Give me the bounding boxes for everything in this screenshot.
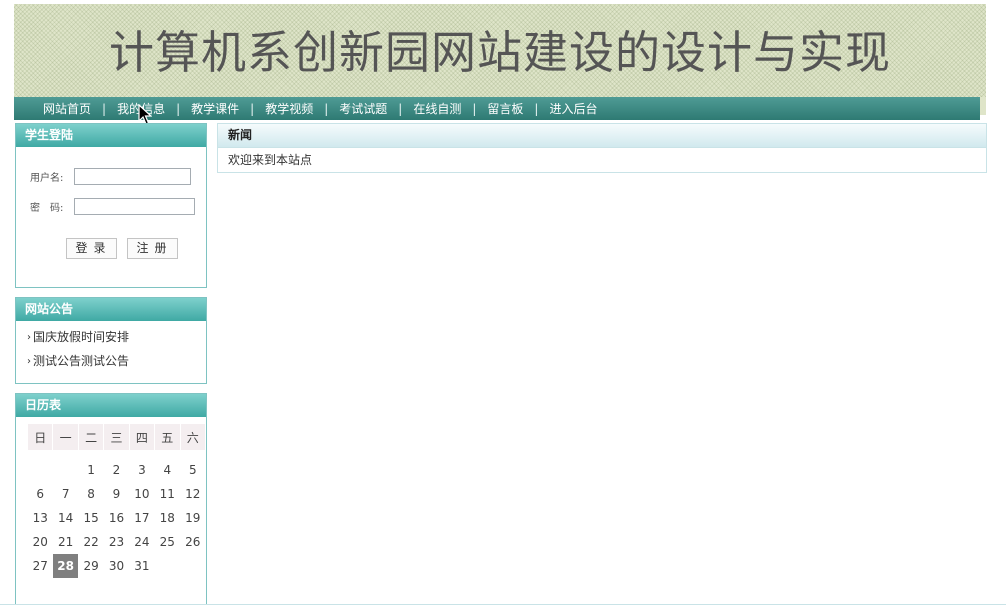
nav-admin[interactable]: 进入后台	[549, 100, 597, 117]
chevron-right-icon: ›	[27, 356, 31, 367]
nav-separator: |	[102, 101, 107, 116]
banner-edge	[980, 97, 986, 115]
register-button[interactable]: 注册	[127, 238, 178, 259]
nav-message-board[interactable]: 留言板	[487, 100, 523, 117]
site-title: 计算机系创新园网站建设的设计与实现	[108, 26, 891, 79]
calendar-day[interactable]: 22	[78, 530, 103, 554]
nav-videos[interactable]: 教学视频	[265, 100, 313, 117]
calendar-week: 13 14 15 16 17 18 19	[28, 506, 206, 530]
calendar-day[interactable]: 8	[78, 482, 103, 506]
calendar-day[interactable]: 27	[28, 554, 53, 578]
news-panel: 新闻 欢迎来到本站点	[217, 123, 987, 173]
nav-separator: |	[176, 101, 181, 116]
notice-panel: 网站公告 › 国庆放假时间安排 › 测试公告测试公告	[15, 297, 207, 384]
calendar-day[interactable]: 6	[28, 482, 53, 506]
nav-separator: |	[472, 101, 477, 116]
calendar-panel-title: 日历表	[16, 394, 206, 417]
calendar-day[interactable]: 26	[180, 530, 205, 554]
weekday-header: 四	[128, 423, 156, 451]
nav-separator: |	[398, 101, 403, 116]
notice-item[interactable]: › 测试公告测试公告	[27, 353, 129, 377]
nav-separator: |	[250, 101, 255, 116]
calendar-day[interactable]: 1	[78, 458, 103, 482]
login-panel: 学生登陆 用户名: 密 码: 登录 注册	[15, 123, 207, 288]
nav-self-test[interactable]: 在线自测	[413, 100, 461, 117]
calendar-day[interactable]: 3	[129, 458, 154, 482]
username-row: 用户名:	[30, 168, 191, 185]
calendar-day	[28, 458, 53, 482]
calendar-day[interactable]: 30	[104, 554, 129, 578]
calendar-week: 6 7 8 9 10 11 12	[28, 482, 206, 506]
calendar-week: 1 2 3 4 5	[28, 458, 206, 482]
login-panel-title: 学生登陆	[16, 124, 206, 147]
calendar-day[interactable]: 19	[180, 506, 205, 530]
calendar-panel: 日历表 日 一 二 三 四 五 六 1 2 3 4 5 6 7 8 9 10 1…	[15, 393, 207, 605]
weekday-header: 五	[154, 423, 181, 451]
password-row: 密 码:	[30, 198, 195, 215]
bottom-divider	[0, 604, 1006, 605]
calendar-day	[53, 458, 78, 482]
weekday-header: 日	[26, 423, 54, 451]
chevron-right-icon: ›	[27, 332, 31, 343]
notice-item-label: 测试公告测试公告	[33, 354, 130, 368]
calendar-day	[180, 554, 205, 578]
calendar-table: 日 一 二 三 四 五 六 1 2 3 4 5 6 7 8 9 10 11 12…	[26, 423, 207, 578]
nav-separator: |	[324, 101, 329, 116]
calendar-day[interactable]: 21	[53, 530, 78, 554]
nav-home[interactable]: 网站首页	[43, 100, 91, 117]
calendar-day[interactable]: 18	[155, 506, 180, 530]
nav-separator: |	[534, 101, 539, 116]
calendar-week: 20 21 22 23 24 25 26	[28, 530, 206, 554]
calendar-day[interactable]: 17	[129, 506, 154, 530]
username-input[interactable]	[74, 168, 191, 185]
notice-item[interactable]: › 国庆放假时间安排	[27, 329, 129, 353]
calendar-day	[155, 554, 180, 578]
calendar-day[interactable]: 2	[104, 458, 129, 482]
calendar-day[interactable]: 7	[53, 482, 78, 506]
calendar-week: 27 28 29 30 31	[28, 554, 206, 578]
weekday-header: 一	[52, 423, 79, 451]
weekday-header: 二	[77, 423, 105, 451]
calendar-day[interactable]: 9	[104, 482, 129, 506]
news-body: 欢迎来到本站点	[228, 153, 313, 167]
calendar-day[interactable]: 31	[129, 554, 154, 578]
calendar-day[interactable]: 20	[28, 530, 53, 554]
calendar-day[interactable]: 14	[53, 506, 78, 530]
notice-panel-title: 网站公告	[16, 298, 206, 321]
weekday-header: 六	[179, 423, 207, 451]
calendar-day[interactable]: 11	[155, 482, 180, 506]
username-label: 用户名:	[30, 173, 64, 184]
main-nav: 网站首页 | 我的信息 | 教学课件 | 教学视频 | 考试试题 | 在线自测 …	[14, 97, 980, 120]
password-input[interactable]	[74, 198, 195, 215]
calendar-day[interactable]: 25	[155, 530, 180, 554]
header-banner: 计算机系创新园网站建设的设计与实现	[14, 4, 986, 97]
notice-list: › 国庆放假时间安排 › 测试公告测试公告	[27, 329, 129, 377]
calendar-day[interactable]: 10	[129, 482, 154, 506]
calendar-day[interactable]: 15	[78, 506, 103, 530]
calendar-day[interactable]: 16	[104, 506, 129, 530]
calendar-day[interactable]: 23	[104, 530, 129, 554]
calendar-day[interactable]: 29	[78, 554, 103, 578]
calendar-day[interactable]: 24	[129, 530, 154, 554]
weekday-header: 三	[103, 423, 130, 451]
calendar-day[interactable]: 13	[28, 506, 53, 530]
calendar-day[interactable]: 5	[180, 458, 205, 482]
nav-courseware[interactable]: 教学课件	[191, 100, 239, 117]
news-panel-title: 新闻	[218, 124, 986, 148]
login-button[interactable]: 登录	[66, 238, 117, 259]
calendar-day[interactable]: 4	[155, 458, 180, 482]
calendar-day[interactable]: 12	[180, 482, 205, 506]
nav-exams[interactable]: 考试试题	[339, 100, 387, 117]
password-label: 密 码:	[30, 203, 64, 214]
notice-item-label: 国庆放假时间安排	[33, 330, 130, 344]
calendar-day-today[interactable]: 28	[52, 554, 79, 578]
